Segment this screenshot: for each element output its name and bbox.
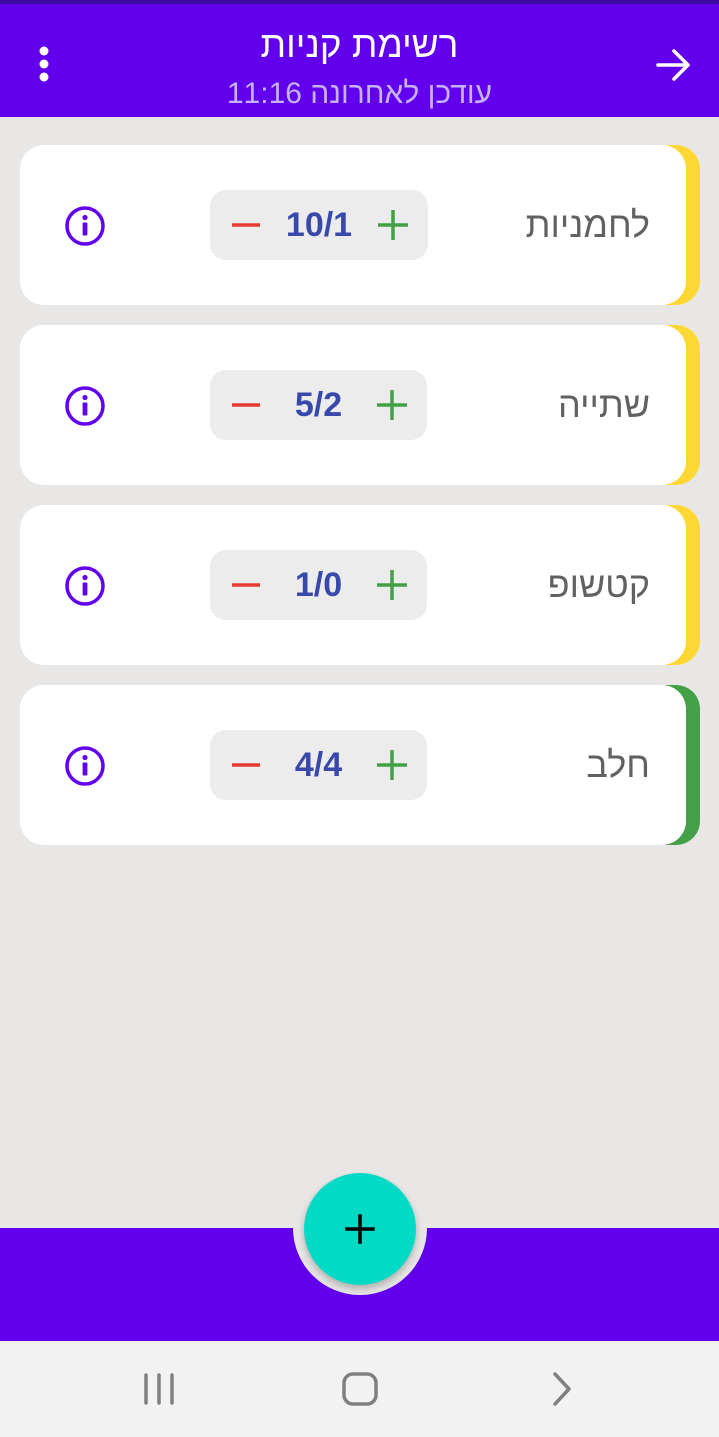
system-back-button[interactable]	[532, 1365, 592, 1413]
increment-button[interactable]	[375, 748, 409, 782]
minus-icon	[232, 403, 260, 407]
app-bar: רשימת קניות עודכן לאחרונה 11:16	[0, 0, 719, 117]
plus-icon	[377, 390, 407, 420]
item-card-body: 1/0 קטשופ	[20, 505, 686, 665]
decrement-button[interactable]	[230, 210, 262, 240]
item-name: חלב	[586, 744, 650, 785]
shopping-list: 10/1 לחמניות 5/2 שתייה 1/0 קטשופ 4/4 חלב	[20, 145, 700, 865]
quantity-stepper: 10/1	[210, 190, 428, 260]
list-item: 5/2 שתייה	[20, 325, 700, 485]
increment-button[interactable]	[376, 208, 410, 242]
info-button[interactable]	[64, 745, 106, 787]
minus-icon	[232, 763, 260, 767]
info-button[interactable]	[64, 565, 106, 607]
info-icon	[65, 746, 105, 786]
list-item: 1/0 קטשופ	[20, 505, 700, 665]
plus-icon	[378, 210, 408, 240]
item-card-body: 10/1 לחמניות	[20, 145, 686, 305]
minus-icon	[232, 583, 260, 587]
plus-icon	[345, 1214, 375, 1244]
info-button[interactable]	[64, 385, 106, 427]
arrow-forward-icon	[656, 49, 690, 81]
home-button[interactable]	[330, 1365, 390, 1413]
add-item-button[interactable]	[304, 1173, 416, 1285]
minus-icon	[232, 223, 260, 227]
plus-icon	[377, 570, 407, 600]
item-card-body: 5/2 שתייה	[20, 325, 686, 485]
quantity-stepper: 4/4	[210, 730, 427, 800]
quantity-stepper: 5/2	[210, 370, 427, 440]
info-icon	[65, 206, 105, 246]
list-item: 10/1 לחמניות	[20, 145, 700, 305]
item-name: לחמניות	[525, 204, 650, 245]
decrement-button[interactable]	[230, 390, 262, 420]
item-name: שתייה	[558, 384, 650, 425]
quantity-value: 5/2	[294, 386, 343, 424]
back-button[interactable]	[649, 42, 699, 88]
item-card-body: 4/4 חלב	[20, 685, 686, 845]
info-button[interactable]	[64, 205, 106, 247]
decrement-button[interactable]	[230, 570, 262, 600]
increment-button[interactable]	[375, 568, 409, 602]
last-updated-subtitle: עודכן לאחרונה 11:16	[226, 77, 493, 110]
info-icon	[65, 386, 105, 426]
recents-icon	[144, 1373, 174, 1405]
page-title: רשימת קניות	[260, 24, 459, 65]
home-icon	[342, 1372, 378, 1406]
recents-button[interactable]	[129, 1365, 189, 1413]
quantity-value: 1/0	[294, 566, 343, 604]
screen: רשימת קניות עודכן לאחרונה 11:16 10/1 לחמ…	[0, 0, 719, 1437]
info-icon	[65, 566, 105, 606]
decrement-button[interactable]	[230, 750, 262, 780]
increment-button[interactable]	[375, 388, 409, 422]
plus-icon	[377, 750, 407, 780]
item-name: קטשופ	[547, 564, 650, 605]
quantity-value: 10/1	[285, 206, 353, 244]
list-item: 4/4 חלב	[20, 685, 700, 845]
back-chevron-icon	[553, 1372, 571, 1406]
system-nav-bar	[0, 1341, 719, 1437]
quantity-value: 4/4	[294, 746, 343, 784]
quantity-stepper: 1/0	[210, 550, 427, 620]
